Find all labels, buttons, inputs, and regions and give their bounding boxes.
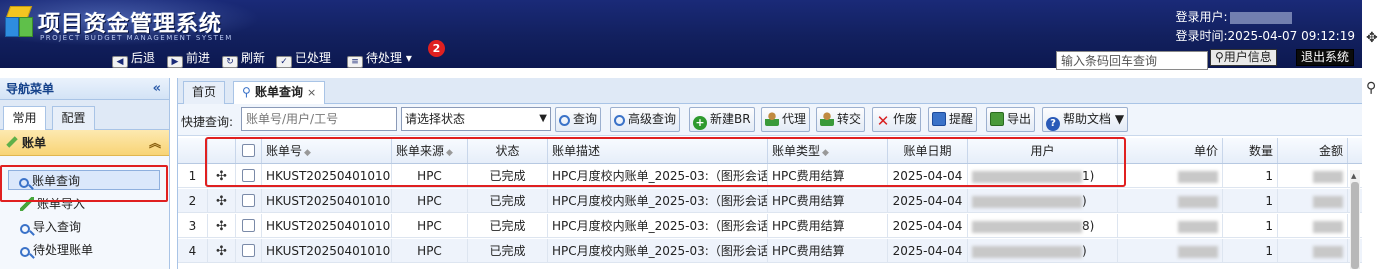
export-button[interactable]: 导出 bbox=[986, 107, 1036, 132]
help-docs-button[interactable]: ? 帮助文档 ▼ bbox=[1042, 107, 1129, 132]
row-checkbox[interactable] bbox=[236, 189, 262, 212]
chevron-up-icon[interactable]: ︽ bbox=[149, 130, 161, 156]
mail-icon bbox=[932, 112, 946, 126]
app-subtitle: PROJECT BUDGET MANAGEMENT SYSTEM bbox=[40, 34, 233, 42]
login-user-label: 登录用户: bbox=[1175, 10, 1228, 24]
nav-item-import-query[interactable]: 导入查询 bbox=[20, 217, 81, 237]
nav-header: 导航菜单 « bbox=[0, 78, 169, 100]
chevron-down-icon: ▼ bbox=[1114, 112, 1125, 126]
refresh-icon: ↻ bbox=[222, 56, 238, 68]
nav-tabs: 常用 配置 bbox=[0, 100, 169, 131]
highlight-box-grid bbox=[205, 137, 1126, 187]
logout-button[interactable]: 退出系统 bbox=[1296, 49, 1355, 66]
proxy-button[interactable]: 代理 bbox=[761, 107, 811, 132]
refresh-button[interactable]: ↻ 刷新 bbox=[222, 50, 265, 68]
search-icon bbox=[559, 115, 570, 126]
chevron-down-icon: ▼ bbox=[539, 113, 547, 124]
help-icon: ? bbox=[1046, 117, 1060, 131]
plus-icon: + bbox=[693, 116, 707, 130]
price-cell bbox=[1118, 189, 1223, 212]
table-row[interactable]: 3 ✣ HKUST202504010100 HPC 已完成 HPC月度校内账单_… bbox=[178, 214, 1383, 238]
quick-query-input[interactable] bbox=[241, 107, 397, 131]
back-button[interactable]: ◀ 后退 bbox=[112, 50, 155, 68]
person-icon bbox=[820, 112, 834, 126]
amount-cell bbox=[1278, 189, 1348, 212]
vertical-scrollbar[interactable]: ▲ bbox=[1350, 170, 1360, 269]
list-icon: ≡ bbox=[347, 56, 363, 68]
scrollbar-thumb[interactable] bbox=[1351, 182, 1359, 269]
search-icon bbox=[20, 247, 30, 257]
pending-count-badge: 2 bbox=[428, 40, 445, 57]
expand-row-icon[interactable]: ✣ bbox=[208, 189, 236, 212]
zoom-icon[interactable]: ⚲ bbox=[1366, 80, 1376, 96]
back-arrow-icon: ◀ bbox=[112, 56, 128, 68]
chevron-down-icon: ▾ bbox=[405, 51, 412, 65]
table-row[interactable]: 4 ✣ HKUST202504010101 HPC 已完成 HPC月度校内账单_… bbox=[178, 239, 1383, 263]
forward-arrow-icon: ▶ bbox=[167, 56, 183, 68]
barcode-search-input[interactable] bbox=[1056, 51, 1208, 70]
user-icon: ⚲ bbox=[1215, 50, 1224, 64]
col-header-qty[interactable]: 数量 bbox=[1223, 138, 1278, 163]
col-header-price[interactable]: 单价 bbox=[1118, 138, 1223, 163]
collapse-left-icon[interactable]: « bbox=[153, 78, 161, 100]
search-icon bbox=[614, 115, 625, 126]
row-checkbox[interactable] bbox=[236, 214, 262, 237]
action-bar: 快捷查询: 请选择状态▼ 查询 高级查询 +新建BR 代理 转交 ✕作废 提醒 … bbox=[178, 104, 1383, 136]
close-icon: ✕ bbox=[876, 112, 890, 130]
expand-row-icon[interactable]: ✣ bbox=[208, 214, 236, 237]
pending-dropdown[interactable]: ≡ 待处理 ▾ bbox=[347, 50, 412, 68]
search-icon bbox=[20, 224, 30, 234]
scroll-up-icon[interactable]: ▲ bbox=[1351, 172, 1356, 180]
table-row[interactable]: 2 ✣ HKUST202504010102 HPC 已完成 HPC月度校内账单_… bbox=[178, 189, 1383, 213]
login-time-label: 登录时间: bbox=[1175, 29, 1228, 43]
close-icon[interactable]: × bbox=[307, 86, 316, 99]
login-time-value: 2025-04-07 09:12:19 bbox=[1227, 29, 1355, 43]
app-logo-icon bbox=[2, 4, 36, 40]
login-user-masked bbox=[1229, 11, 1292, 24]
forward-button[interactable]: ▶ 前进 bbox=[167, 50, 210, 68]
expand-row-icon[interactable]: ✣ bbox=[208, 239, 236, 262]
amount-cell bbox=[1278, 164, 1348, 187]
export-icon bbox=[990, 112, 1004, 126]
login-info: 登录用户: 登录时间:2025-04-07 09:12:19 bbox=[1176, 8, 1356, 46]
row-checkbox[interactable] bbox=[236, 239, 262, 262]
main-tabs: 首页 ⚲ 账单查询 × bbox=[178, 78, 1383, 105]
remind-button[interactable]: 提醒 bbox=[928, 107, 978, 132]
nav-section-label: 账单 bbox=[22, 136, 47, 150]
edge-panel: ✥ ⚲ bbox=[1362, 0, 1383, 269]
advanced-query-button[interactable]: 高级查询 bbox=[610, 107, 681, 132]
price-cell bbox=[1118, 239, 1223, 262]
highlight-box-nav bbox=[0, 165, 168, 202]
amount-cell bbox=[1278, 239, 1348, 262]
nav-tab-config[interactable]: 配置 bbox=[52, 106, 95, 130]
tab-home[interactable]: 首页 bbox=[183, 81, 226, 104]
pencil-icon bbox=[6, 136, 18, 148]
status-select[interactable]: 请选择状态 ▼ bbox=[401, 107, 551, 131]
search-icon: ⚲ bbox=[242, 85, 251, 99]
transfer-button[interactable]: 转交 bbox=[816, 107, 866, 132]
user-cell: ) bbox=[968, 239, 1118, 262]
query-button[interactable]: 查询 bbox=[555, 107, 602, 132]
nav-section-bills[interactable]: 账单 ︽ bbox=[0, 130, 169, 156]
quick-query-label: 快捷查询: bbox=[181, 115, 234, 129]
person-icon bbox=[765, 112, 779, 126]
nav-item-pending-bills[interactable]: 待处理账单 bbox=[20, 240, 93, 260]
amount-cell bbox=[1278, 214, 1348, 237]
processed-button[interactable]: ✓ 已处理 bbox=[276, 50, 331, 68]
price-cell bbox=[1118, 164, 1223, 187]
col-header-amount[interactable]: 金额 bbox=[1278, 138, 1348, 163]
nav-tab-common[interactable]: 常用 bbox=[3, 106, 46, 131]
tab-bill-query[interactable]: ⚲ 账单查询 × bbox=[233, 81, 326, 105]
user-info-button[interactable]: ⚲用户信息 bbox=[1210, 49, 1277, 66]
user-cell: 8) bbox=[968, 214, 1118, 237]
drag-handle-icon[interactable]: ✥ bbox=[1366, 30, 1378, 46]
new-br-button[interactable]: + 新建BR bbox=[689, 107, 755, 132]
check-icon: ✓ bbox=[276, 56, 292, 68]
void-button[interactable]: ✕ 作废 bbox=[872, 107, 922, 132]
price-cell bbox=[1118, 214, 1223, 237]
nav-title: 导航菜单 bbox=[6, 82, 55, 96]
user-cell: ) bbox=[968, 189, 1118, 212]
